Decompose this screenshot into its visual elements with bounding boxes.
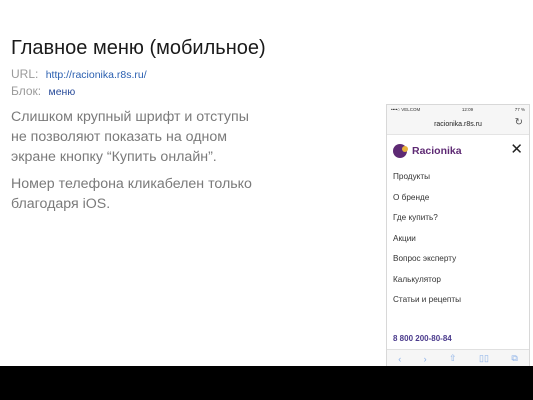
menu-item-articles[interactable]: Статьи и рецепты <box>387 290 529 311</box>
mobile-menu: Продукты О бренде Где купить? Акции Вопр… <box>387 167 529 311</box>
block-label: Блок: <box>11 84 42 98</box>
menu-item-promotions[interactable]: Акции <box>387 229 529 250</box>
back-icon[interactable]: ‹ <box>398 354 401 364</box>
block-row: Блок: меню <box>11 84 75 98</box>
status-time: 12:09 <box>461 107 474 112</box>
note-paragraph-2: Номер телефона кликабелен только благода… <box>11 176 252 212</box>
url-row: URL: http://racionika.r8s.ru/ <box>11 67 147 81</box>
browser-toolbar: ‹ › ⇧ ▯▯ ⧉ <box>387 349 529 366</box>
tabs-icon[interactable]: ⧉ <box>511 353 517 364</box>
logo-icon <box>393 144 408 158</box>
url-label: URL: <box>11 67 39 81</box>
menu-item-about[interactable]: О бренде <box>387 188 529 209</box>
forward-icon[interactable]: › <box>424 354 427 364</box>
address-domain: racionika.r8s.ru <box>434 120 482 128</box>
brand-name: Racionika <box>412 145 462 157</box>
carrier: ••••○ VELCOM <box>391 107 421 112</box>
url-link[interactable]: http://racionika.r8s.ru/ <box>46 69 147 81</box>
share-icon[interactable]: ⇧ <box>449 353 457 364</box>
menu-item-products[interactable]: Продукты <box>387 167 529 188</box>
phone-number-link[interactable]: 8 800 200-80-84 <box>393 334 452 343</box>
menu-item-ask-expert[interactable]: Вопрос эксперту <box>387 249 529 270</box>
menu-item-where-to-buy[interactable]: Где купить? <box>387 208 529 229</box>
battery: 77 % <box>514 107 525 112</box>
reload-icon[interactable]: ↻ <box>515 117 523 128</box>
phone-screenshot: ••••○ VELCOM 12:09 77 % racionika.r8s.ru… <box>386 104 530 366</box>
status-bar: ••••○ VELCOM 12:09 77 % <box>387 105 529 114</box>
slide: Главное меню (мобильное) URL: http://rac… <box>0 0 533 366</box>
block-value: меню <box>48 86 76 98</box>
close-icon[interactable]: ✕ <box>510 142 523 157</box>
note-paragraph-1: Слишком крупный шрифт и отступы не позво… <box>11 109 249 165</box>
site-header: Racionika ✕ <box>387 135 529 167</box>
page-title: Главное меню (мобильное) <box>11 37 266 59</box>
bookmarks-icon[interactable]: ▯▯ <box>479 353 489 364</box>
menu-item-calculator[interactable]: Калькулятор <box>387 270 529 291</box>
address-bar[interactable]: racionika.r8s.ru ↻ <box>387 114 529 135</box>
